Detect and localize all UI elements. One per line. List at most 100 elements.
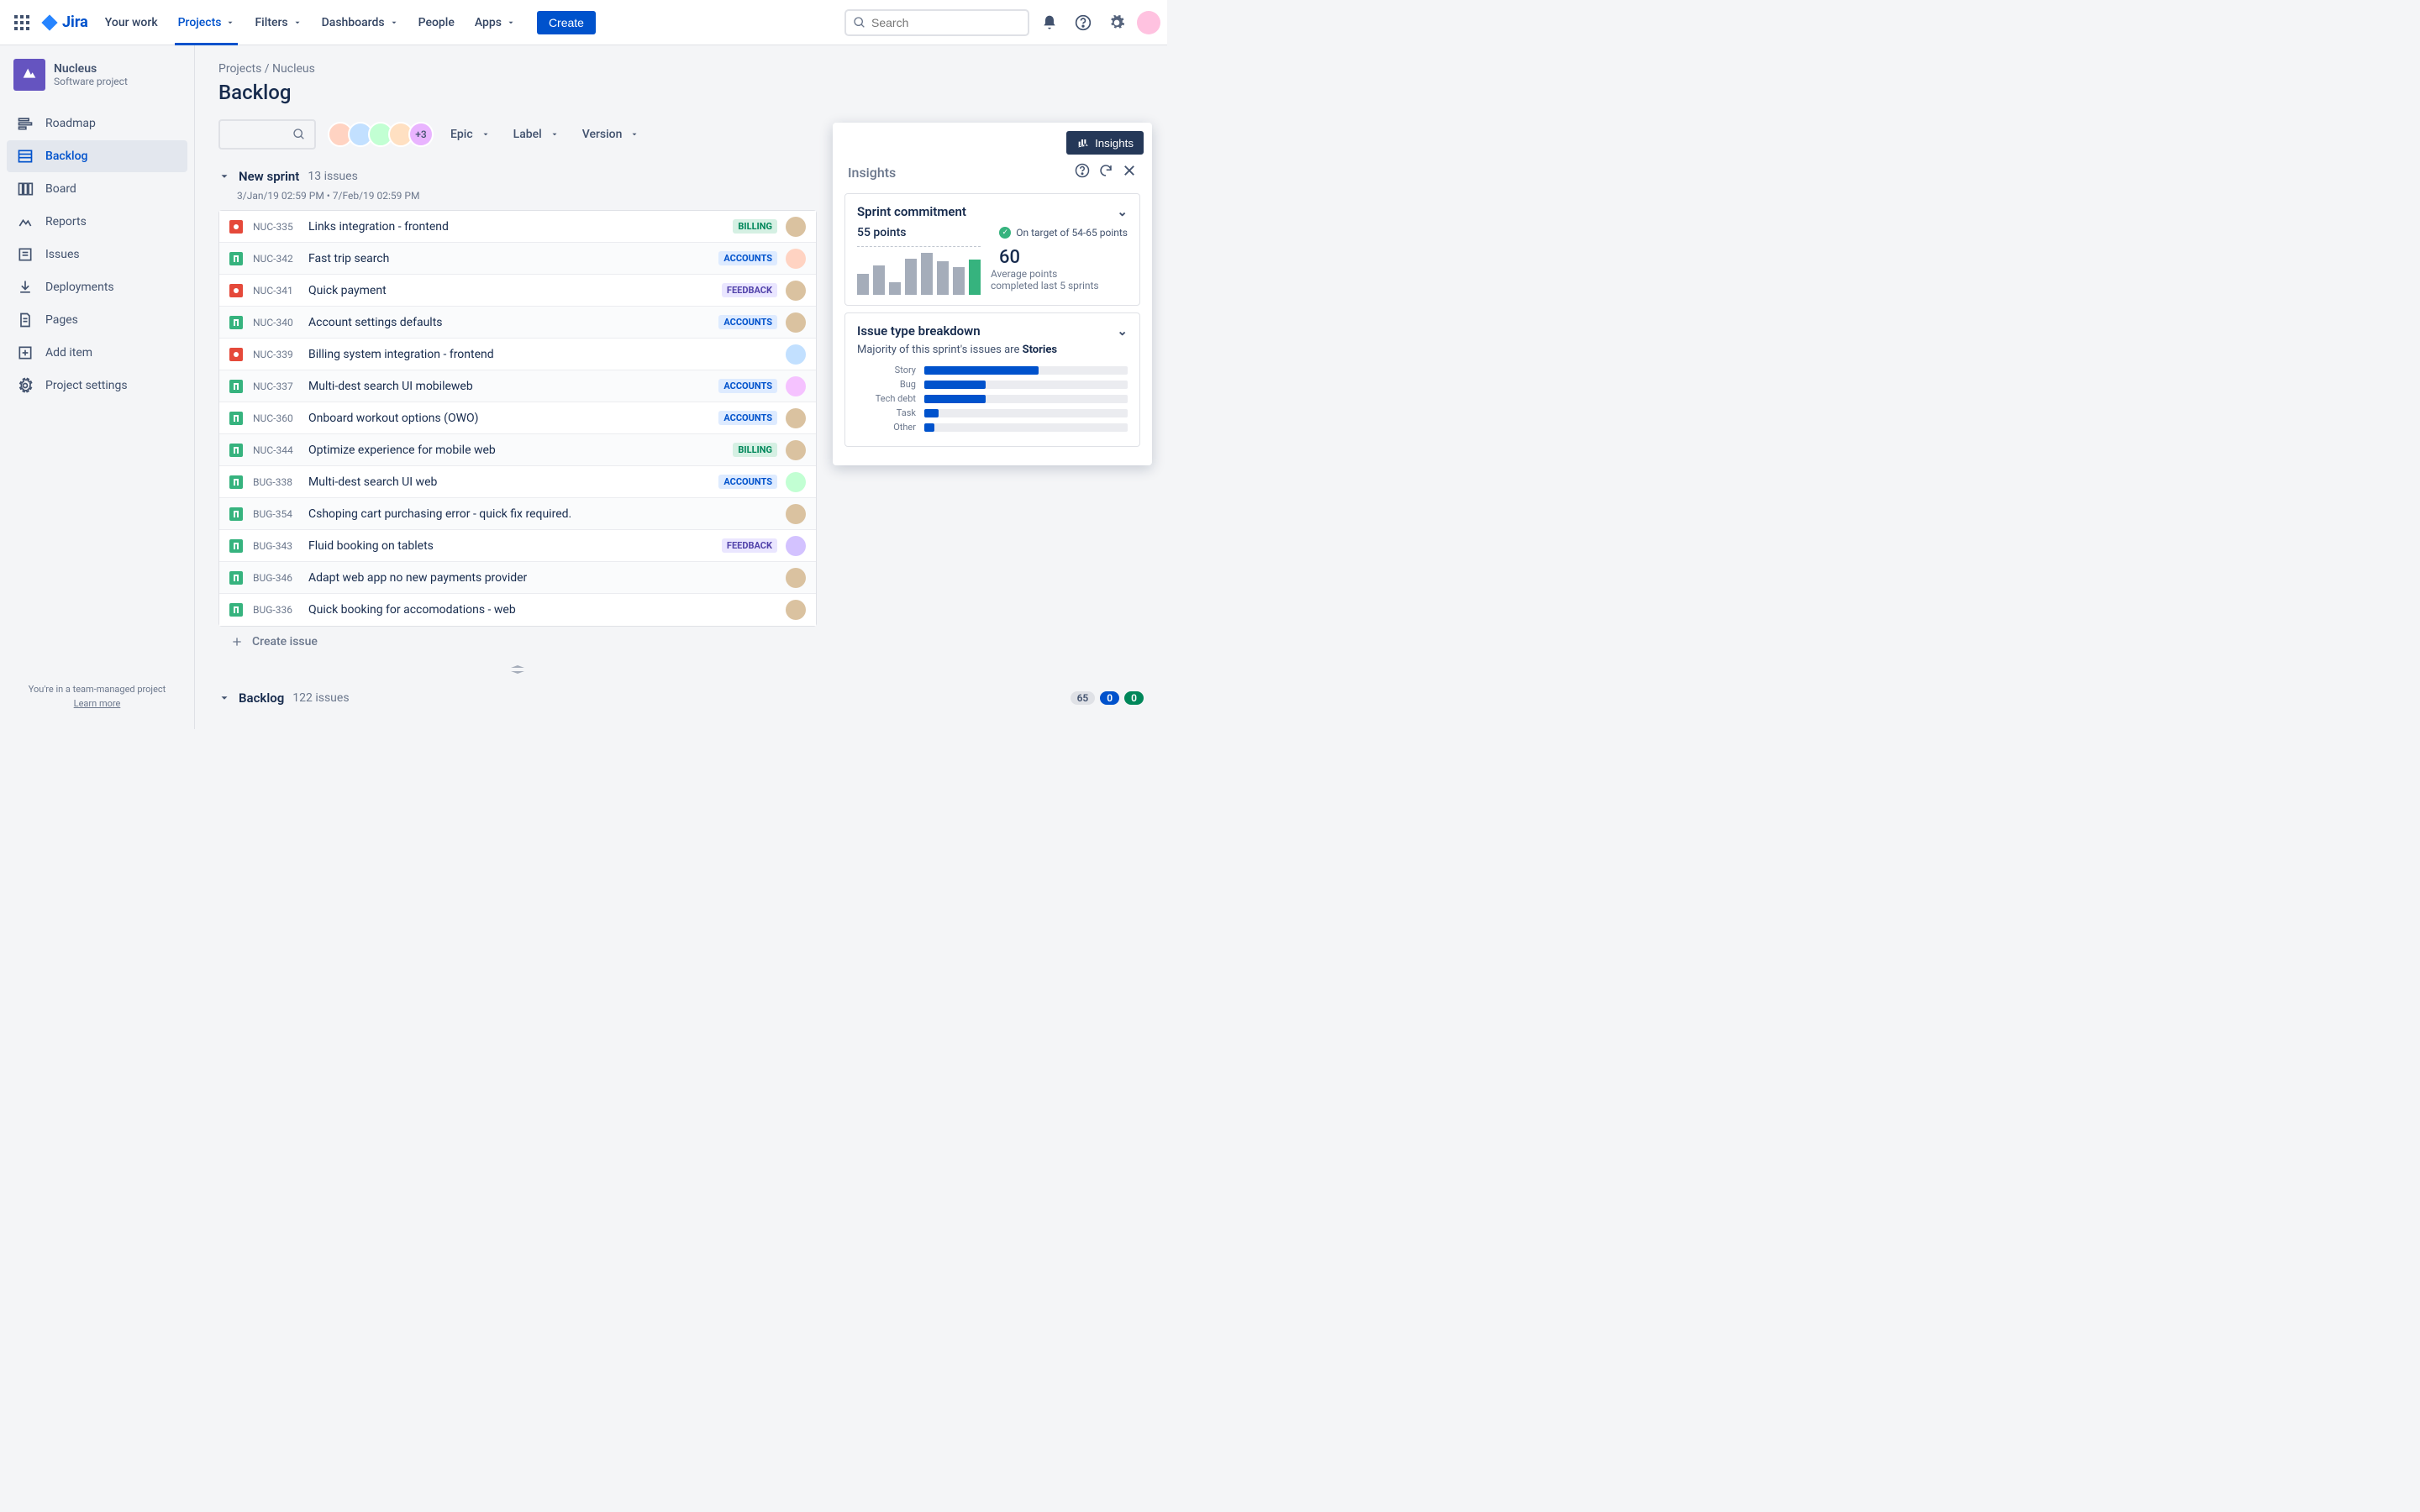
breakdown-row: Story [857,365,1128,375]
create-button[interactable]: Create [537,11,596,34]
help-icon[interactable] [1075,163,1090,181]
assignee-filter[interactable]: +3 [333,122,434,147]
issue-key[interactable]: NUC-344 [253,444,303,456]
bar [905,259,917,295]
assignee-avatar[interactable] [786,408,806,428]
issue-key[interactable]: BUG-346 [253,572,303,584]
story-icon [229,412,243,425]
issue-row[interactable]: NUC-335Links integration - frontendBILLI… [219,211,816,243]
bar [969,260,981,295]
issue-row[interactable]: BUG-343Fluid booking on tabletsFEEDBACK [219,530,816,562]
chevron-down-icon[interactable]: ⌄ [1117,323,1128,339]
assignee-avatar[interactable] [786,344,806,365]
filter-version[interactable]: Version [582,128,639,141]
issue-key[interactable]: NUC-339 [253,349,303,360]
project-header[interactable]: Nucleus Software project [7,59,187,108]
drag-divider-icon[interactable] [218,664,817,677]
profile-avatar[interactable] [1137,11,1160,34]
board-search[interactable] [218,119,316,150]
learn-more-link[interactable]: Learn more [7,698,187,709]
assignee-avatar[interactable] [786,249,806,269]
assignee-avatar[interactable] [786,504,806,524]
issue-row[interactable]: NUC-342Fast trip searchACCOUNTS [219,243,816,275]
create-issue-button[interactable]: Create issue [218,627,817,657]
assignee-avatar[interactable] [786,600,806,620]
close-icon[interactable] [1122,163,1137,181]
bug-icon [229,220,243,234]
issue-row[interactable]: BUG-336 Quick booking for accomodations -… [219,594,816,626]
bar [873,265,885,295]
sidebar-item-backlog[interactable]: Backlog [7,140,187,172]
issue-row[interactable]: BUG-338Multi-dest search UI webACCOUNTS [219,466,816,498]
sidebar-item-issues[interactable]: Issues [7,239,187,270]
issue-title: Quick payment [308,284,722,297]
issue-row[interactable]: BUG-354Cshoping cart purchasing error - … [219,498,816,530]
app-switcher-icon[interactable] [7,8,37,38]
nav-dashboards[interactable]: Dashboards [312,0,408,45]
issue-tag: ACCOUNTS [718,379,777,393]
nav-people[interactable]: People [408,0,465,45]
sidebar-item-pages[interactable]: Pages [7,304,187,336]
issue-key[interactable]: NUC-360 [253,412,303,424]
filter-label[interactable]: Label [513,128,559,141]
filter-epic[interactable]: Epic [450,128,490,141]
issue-key[interactable]: BUG-336 [253,604,303,616]
assignee-avatar[interactable] [786,568,806,588]
sidebar-item-deployments[interactable]: Deployments [7,271,187,303]
assignee-avatar[interactable] [786,440,806,460]
chevron-down-icon[interactable] [218,692,230,704]
sidebar-item-reports[interactable]: Reports [7,206,187,238]
issue-key[interactable]: NUC-342 [253,253,303,265]
issue-key[interactable]: BUG-343 [253,540,303,552]
bar [937,261,949,295]
jira-logo[interactable]: Jira [37,13,95,32]
issue-key[interactable]: NUC-335 [253,221,303,233]
issue-row[interactable]: NUC-337Multi-dest search UI mobilewebACC… [219,370,816,402]
issue-title: Adapt web app no new payments provider [308,571,786,585]
issue-key[interactable]: NUC-341 [253,285,303,297]
sprint-name: New sprint [239,169,299,184]
issue-key[interactable]: BUG-338 [253,476,303,488]
assignee-avatar[interactable] [786,376,806,396]
sidebar-item-add-item[interactable]: Add item [7,337,187,369]
search-input[interactable] [871,16,1006,29]
issue-row[interactable]: NUC-339Billing system integration - fron… [219,339,816,370]
notifications-icon[interactable] [1036,9,1063,36]
sidebar-item-project-settings[interactable]: Project settings [7,370,187,402]
assignee-avatar[interactable] [786,312,806,333]
sidebar-item-roadmap[interactable]: Roadmap [7,108,187,139]
issue-row[interactable]: NUC-340Account settings defaultsACCOUNTS [219,307,816,339]
nav-projects[interactable]: Projects [168,0,245,45]
pill-done: 0 [1124,691,1144,705]
global-search[interactable] [844,9,1029,36]
chevron-down-icon[interactable] [218,171,230,182]
issue-title: Quick booking for accomodations - web [308,603,786,617]
chevron-down-icon[interactable]: ⌄ [1117,204,1128,219]
assignee-avatar[interactable] [786,536,806,556]
assignee-avatar[interactable] [786,281,806,301]
nav-your-work[interactable]: Your work [95,0,168,45]
help-icon[interactable] [1070,9,1097,36]
insights-toggle-button[interactable]: Insights [1066,131,1144,155]
sidebar-item-board[interactable]: Board [7,173,187,205]
issue-row[interactable]: NUC-341Quick paymentFEEDBACK [219,275,816,307]
issue-key[interactable]: NUC-340 [253,317,303,328]
avatar-more[interactable]: +3 [408,122,434,147]
settings-icon[interactable] [1103,9,1130,36]
breakdown-label: Other [857,422,916,433]
refresh-icon[interactable] [1098,163,1113,181]
nav-apps[interactable]: Apps [465,0,525,45]
issue-key[interactable]: BUG-354 [253,508,303,520]
search-icon [853,16,866,29]
backlog-header[interactable]: Backlog 122 issues [218,690,350,706]
issue-title: Fast trip search [308,252,718,265]
sprint-count: 13 issues [308,170,357,183]
issue-key[interactable]: NUC-337 [253,381,303,392]
issue-row[interactable]: NUC-344Optimize experience for mobile we… [219,434,816,466]
assignee-avatar[interactable] [786,472,806,492]
issue-row[interactable]: BUG-346 Adapt web app no new payments pro… [219,562,816,594]
issue-row[interactable]: NUC-360Onboard workout options (OWO)ACCO… [219,402,816,434]
assignee-avatar[interactable] [786,217,806,237]
breadcrumb[interactable]: Projects / Nucleus [218,62,1144,76]
nav-filters[interactable]: Filters [245,0,311,45]
